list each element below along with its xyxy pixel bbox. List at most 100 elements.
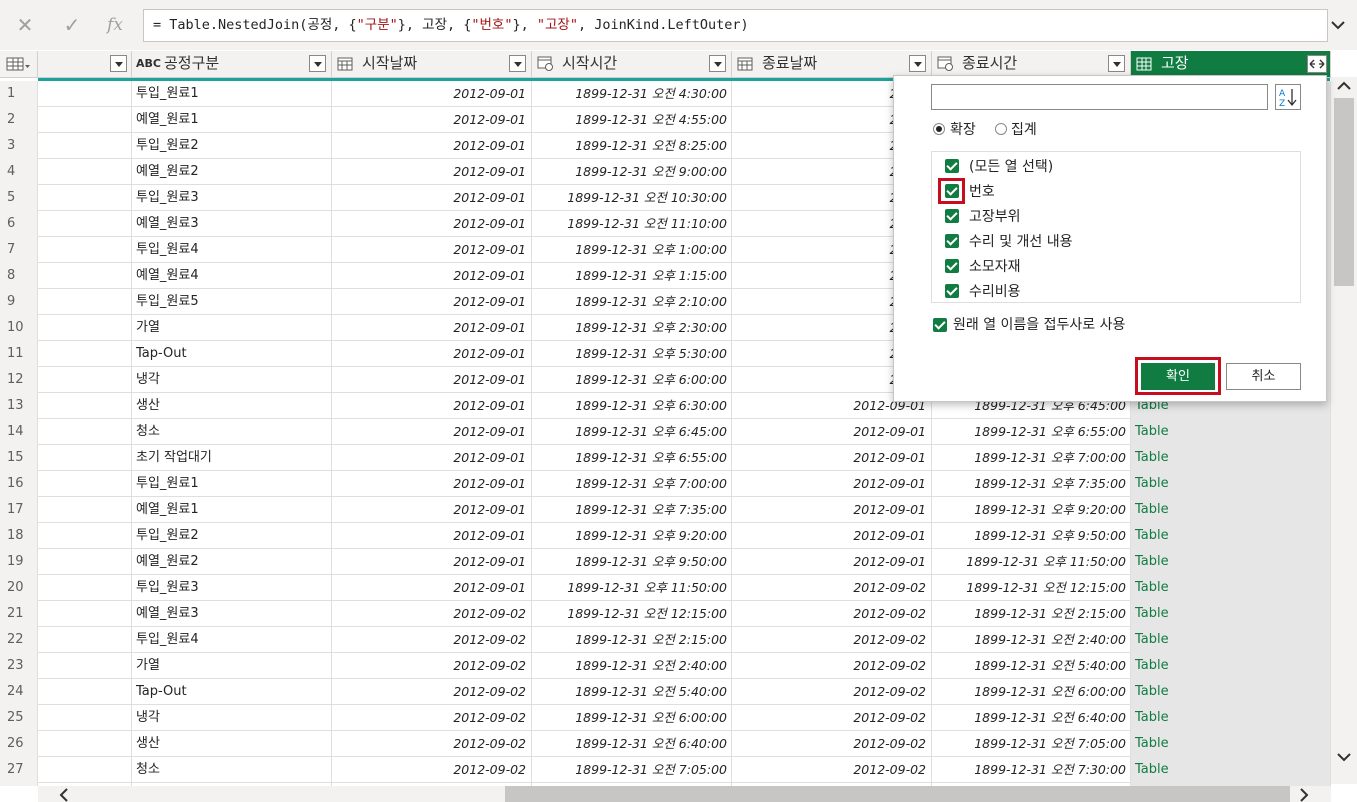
blank-cell[interactable] xyxy=(38,393,132,419)
start-time-cell[interactable]: 1899-12-31 오후 6:45:00 xyxy=(532,419,732,445)
end-date-cell[interactable]: 2012-09-02 xyxy=(732,627,932,653)
start-time-cell[interactable]: 1899-12-31 오후 2:30:00 xyxy=(532,315,732,341)
start-time-cell[interactable]: 1899-12-31 오전 6:40:00 xyxy=(532,731,732,757)
start-time-cell[interactable]: 1899-12-31 오전 2:40:00 xyxy=(532,653,732,679)
process-type-cell[interactable]: Tap-Out xyxy=(132,679,332,705)
column-header-failure[interactable]: 고장 xyxy=(1131,51,1331,77)
start-time-cell[interactable]: 1899-12-31 오전 11:10:00 xyxy=(532,211,732,237)
start-date-cell[interactable]: 2012-09-02 xyxy=(332,653,532,679)
start-date-cell[interactable]: 2012-09-01 xyxy=(332,159,532,185)
row-number[interactable]: 17 xyxy=(0,497,38,523)
start-date-cell[interactable]: 2012-09-02 xyxy=(332,705,532,731)
start-time-cell[interactable]: 1899-12-31 오후 7:35:00 xyxy=(532,497,732,523)
blank-cell[interactable] xyxy=(38,289,132,315)
blank-cell[interactable] xyxy=(38,211,132,237)
failure-table-cell[interactable]: Table xyxy=(1131,601,1331,627)
start-date-cell[interactable]: 2012-09-01 xyxy=(332,263,532,289)
blank-cell[interactable] xyxy=(38,315,132,341)
ok-button[interactable]: 확인 xyxy=(1141,363,1215,390)
fx-icon[interactable]: fx xyxy=(104,14,126,36)
blank-cell[interactable] xyxy=(38,679,132,705)
row-number[interactable]: 22 xyxy=(0,627,38,653)
row-number[interactable]: 13 xyxy=(0,393,38,419)
start-date-cell[interactable]: 2012-09-01 xyxy=(332,367,532,393)
table-row[interactable]: 25 냉각 2012-09-02 1899-12-31 오전 6:00:00 2012-… xyxy=(0,705,1331,731)
process-type-cell[interactable]: Tap-Out xyxy=(132,341,332,367)
start-time-cell[interactable]: 1899-12-31 오후 6:30:00 xyxy=(532,393,732,419)
start-time-cell[interactable]: 1899-12-31 오전 7:05:00 xyxy=(532,757,732,783)
table-row[interactable]: 27 청소 2012-09-02 1899-12-31 오전 7:05:00 2012-… xyxy=(0,757,1331,783)
blank-cell[interactable] xyxy=(38,159,132,185)
start-date-cell[interactable]: 2012-09-01 xyxy=(332,445,532,471)
scroll-left-chevron-icon[interactable] xyxy=(57,787,71,802)
column-checkbox[interactable] xyxy=(945,259,959,273)
blank-cell[interactable] xyxy=(38,341,132,367)
process-type-cell[interactable]: 투입_원료1 xyxy=(132,471,332,497)
process-type-cell[interactable]: 생산 xyxy=(132,731,332,757)
row-number[interactable]: 14 xyxy=(0,419,38,445)
column-header-end-time[interactable]: 종료시간 xyxy=(932,51,1131,77)
process-type-cell[interactable]: 가열 xyxy=(132,653,332,679)
failure-table-cell[interactable]: Table xyxy=(1131,445,1331,471)
start-time-cell[interactable]: 1899-12-31 오후 1:15:00 xyxy=(532,263,732,289)
blank-cell[interactable] xyxy=(38,731,132,757)
table-row[interactable]: 16 투입_원료1 2012-09-01 1899-12-31 오후 7:00:00 2… xyxy=(0,471,1331,497)
end-date-cell[interactable]: 2012-09-02 xyxy=(732,679,932,705)
table-row[interactable]: 21 예열_원료3 2012-09-02 1899-12-31 오전 12:15:00… xyxy=(0,601,1331,627)
start-time-cell[interactable]: 1899-12-31 오전 5:40:00 xyxy=(532,679,732,705)
column-search-input[interactable] xyxy=(931,84,1268,110)
row-number[interactable]: 10 xyxy=(0,315,38,341)
end-time-cell[interactable]: 1899-12-31 오전 2:40:00 xyxy=(932,627,1131,653)
formula-input[interactable]: = Table.NestedJoin(공정, {"구분"}, 고장, {"번호"… xyxy=(143,9,1328,42)
start-time-cell[interactable]: 1899-12-31 오전 9:00:00 xyxy=(532,159,732,185)
failure-table-cell[interactable]: Table xyxy=(1131,575,1331,601)
start-time-cell[interactable]: 1899-12-31 오전 4:55:00 xyxy=(532,107,732,133)
start-time-cell[interactable]: 1899-12-31 오전 2:15:00 xyxy=(532,627,732,653)
end-time-cell[interactable]: 1899-12-31 오전 12:15:00 xyxy=(932,575,1131,601)
start-date-cell[interactable]: 2012-09-01 xyxy=(332,315,532,341)
end-time-cell[interactable]: 1899-12-31 오후 6:55:00 xyxy=(932,419,1131,445)
row-number[interactable]: 4 xyxy=(0,159,38,185)
column-header-end-date[interactable]: 종료날짜 xyxy=(732,51,932,77)
blank-cell[interactable] xyxy=(38,627,132,653)
blank-cell[interactable] xyxy=(38,237,132,263)
process-type-cell[interactable]: 생산 xyxy=(132,393,332,419)
end-date-cell[interactable]: 2012-09-02 xyxy=(732,575,932,601)
process-type-cell[interactable]: 투입_원료3 xyxy=(132,575,332,601)
process-type-cell[interactable]: 투입_원료2 xyxy=(132,523,332,549)
end-date-cell[interactable]: 2012-09-01 xyxy=(732,471,932,497)
blank-cell[interactable] xyxy=(38,601,132,627)
start-time-cell[interactable]: 1899-12-31 오후 1:00:00 xyxy=(532,237,732,263)
start-date-cell[interactable]: 2012-09-01 xyxy=(332,393,532,419)
blank-cell[interactable] xyxy=(38,419,132,445)
process-type-cell[interactable]: 초기 작업대기 xyxy=(132,445,332,471)
row-number[interactable]: 26 xyxy=(0,731,38,757)
blank-cell[interactable] xyxy=(38,575,132,601)
sort-az-button[interactable]: AZ xyxy=(1275,84,1301,110)
row-number[interactable]: 9 xyxy=(0,289,38,315)
failure-table-cell[interactable]: Table xyxy=(1131,731,1331,757)
column-checkbox[interactable] xyxy=(945,209,959,223)
start-date-cell[interactable]: 2012-09-01 xyxy=(332,81,532,107)
table-row[interactable]: 18 투입_원료2 2012-09-01 1899-12-31 오후 9:20:00 2… xyxy=(0,523,1331,549)
table-row[interactable]: 26 생산 2012-09-02 1899-12-31 오전 6:40:00 2012-… xyxy=(0,731,1331,757)
end-time-cell[interactable]: 1899-12-31 오후 7:00:00 xyxy=(932,445,1131,471)
blank-cell[interactable] xyxy=(38,757,132,783)
start-date-cell[interactable]: 2012-09-01 xyxy=(332,237,532,263)
column-header-blank[interactable] xyxy=(38,51,132,77)
scroll-up-chevron-icon[interactable] xyxy=(1336,79,1352,93)
start-time-cell[interactable]: 1899-12-31 오후 2:10:00 xyxy=(532,289,732,315)
table-row[interactable]: 15 초기 작업대기 2012-09-01 1899-12-31 오후 6:55:00… xyxy=(0,445,1331,471)
end-time-cell[interactable]: 1899-12-31 오후 11:50:00 xyxy=(932,549,1131,575)
confirm-check-icon[interactable]: ✓ xyxy=(61,14,83,36)
filter-dropdown-icon[interactable] xyxy=(709,55,726,72)
process-type-cell[interactable]: 예열_원료3 xyxy=(132,601,332,627)
process-type-cell[interactable]: 투입_원료4 xyxy=(132,237,332,263)
end-date-cell[interactable]: 2012-09-02 xyxy=(732,653,932,679)
start-date-cell[interactable]: 2012-09-02 xyxy=(332,601,532,627)
process-type-cell[interactable]: 냉각 xyxy=(132,705,332,731)
end-time-cell[interactable]: 1899-12-31 오후 7:35:00 xyxy=(932,471,1131,497)
start-time-cell[interactable]: 1899-12-31 오전 4:30:00 xyxy=(532,81,732,107)
process-type-cell[interactable]: 예열_원료3 xyxy=(132,211,332,237)
failure-table-cell[interactable]: Table xyxy=(1131,497,1331,523)
